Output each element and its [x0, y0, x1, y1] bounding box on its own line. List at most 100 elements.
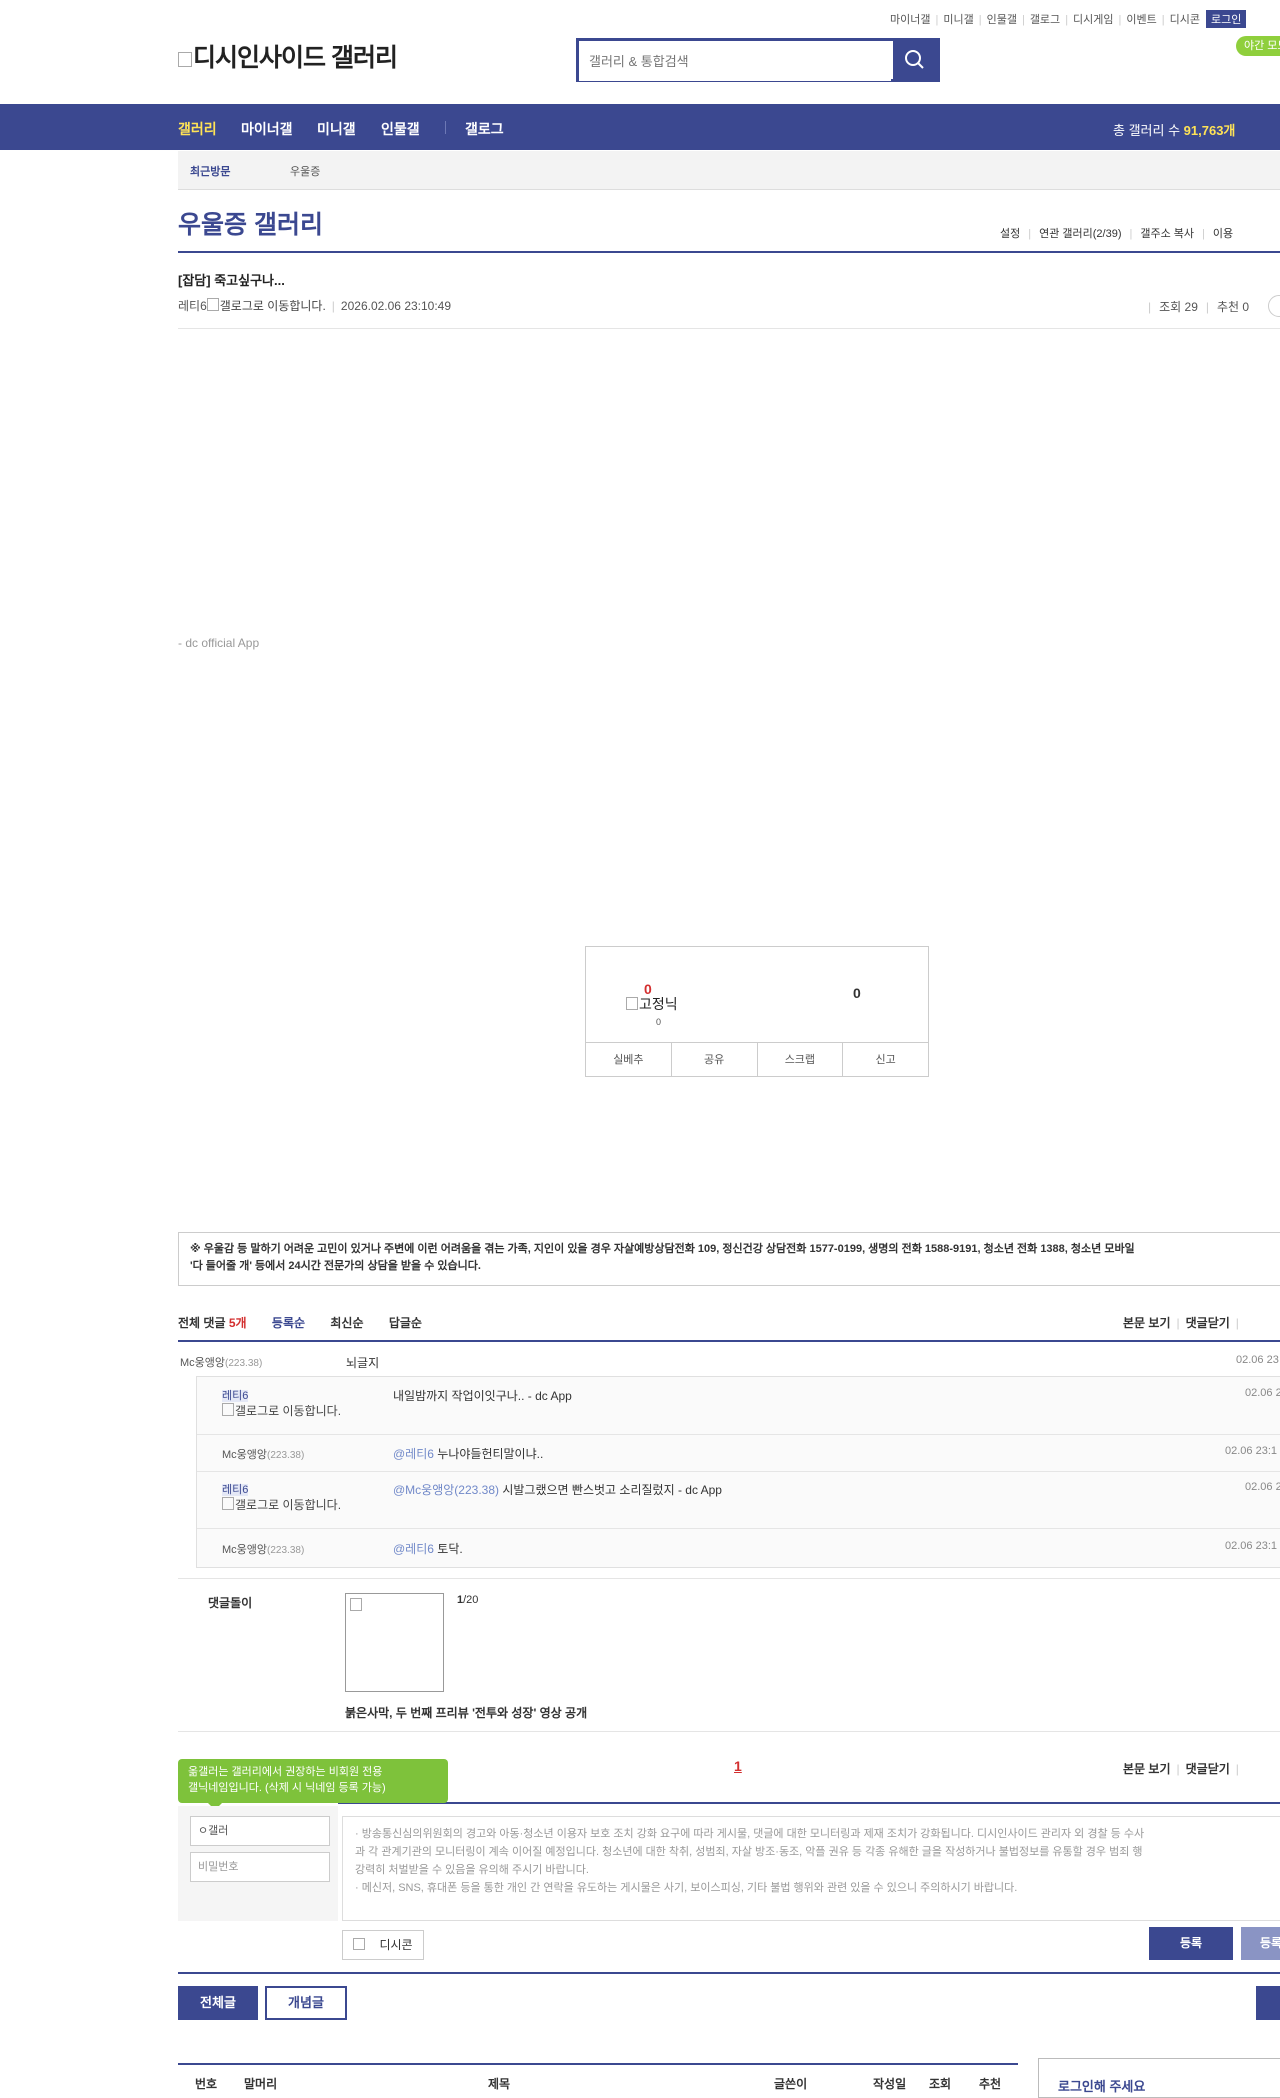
- comment-dolgi-image[interactable]: [345, 1593, 444, 1692]
- gallog-alt-text: 갤로그로 이동합니다.: [219, 299, 326, 313]
- post-author[interactable]: 레티6: [178, 299, 207, 313]
- post-list-header: 번호 말머리 제목 글쓴이 작성일 조회 추천: [178, 2063, 1018, 2091]
- dccon-checkbox-icon: [353, 1938, 366, 1950]
- col-author: 글쓴이: [774, 2077, 808, 2091]
- write-button[interactable]: [1256, 1986, 1280, 2020]
- reply-mention[interactable]: @Mc웅앵앙(223.38): [393, 1483, 499, 1497]
- comment-page-1[interactable]: 1: [734, 1758, 742, 1774]
- search-input[interactable]: [579, 41, 891, 81]
- topnav-person[interactable]: 인물갤: [987, 14, 1017, 26]
- suicide-prevention-notice: ※ 우울감 등 말하기 어려운 고민이 있거나 주변에 이런 어려움을 겪는 가…: [178, 1232, 1280, 1286]
- sort-registered[interactable]: 등록순: [272, 1316, 305, 1330]
- close-comments-button[interactable]: 댓글닫기: [1186, 1316, 1230, 1330]
- comment-dolgi-caption[interactable]: 붉은사막, 두 번째 프리뷰 '전투와 성장' 영상 공개: [345, 1704, 587, 1721]
- comment-nick[interactable]: Mc웅앵앙(223.38): [180, 1354, 262, 1370]
- login-button[interactable]: 로그인: [1206, 10, 1247, 28]
- col-views: 조회: [929, 2077, 952, 2091]
- form-notice-line: 과 각 관계기관의 모니터링이 계속 이어질 예정입니다. 청소년에 대한 착취…: [355, 1846, 1143, 1858]
- topnav-gallog[interactable]: 갤로그: [1030, 14, 1060, 26]
- copy-address-link[interactable]: 갤주소 복사: [1140, 228, 1194, 240]
- gnb-gallog[interactable]: 갤로그: [465, 119, 504, 139]
- main-nav-bar: 갤러리 마이너갤 미니갤 인물갤 갤로그 총 갤러리 수 91,763개: [0, 104, 1280, 150]
- reply-nick: 레티6: [222, 1390, 249, 1402]
- fixed-nick-text: 고정닉: [639, 996, 678, 1012]
- password-field[interactable]: 비밀번호: [190, 1852, 330, 1882]
- fixed-nick-icon: [626, 997, 638, 1010]
- post-option-button[interactable]: [1268, 295, 1280, 317]
- topnav-dccon[interactable]: 디시콘: [1170, 14, 1200, 26]
- recent-item[interactable]: 우울증: [290, 163, 320, 179]
- comment-total-label: 전체 댓글: [178, 1316, 226, 1330]
- nickname-field[interactable]: ㅇ갤러: [190, 1816, 330, 1846]
- share-button[interactable]: 공유: [672, 1043, 758, 1077]
- gnb-minor[interactable]: 마이너갤: [241, 119, 293, 139]
- reply-date: 02.06 2: [1245, 1387, 1280, 1399]
- total-gallery-count: 총 갤러리 수 91,763개: [1113, 120, 1235, 139]
- submit-button[interactable]: 등록: [1149, 1927, 1233, 1960]
- related-gallery-link[interactable]: 연관 갤러리(2/39): [1039, 228, 1121, 240]
- search-button[interactable]: [893, 41, 937, 79]
- tooltip-line-1: 옮갤러는 갤러리에서 권장하는 비회원 전용: [188, 1766, 383, 1778]
- recommend-down-count[interactable]: 0: [853, 985, 861, 1001]
- top-nav: 마이너갤 | 미니갤 | 인물갤 | 갤로그 | 디시게임 | 이벤트 | 디시콘 로그인: [890, 10, 1247, 28]
- comment-header-divider: [178, 1340, 1280, 1342]
- all-posts-button[interactable]: 전체글: [178, 1986, 258, 2020]
- reply-content: @레티6 토닥.: [393, 1540, 463, 1557]
- col-date: 작성일: [873, 2077, 907, 2091]
- best-recommend-button[interactable]: 실베추: [586, 1043, 672, 1077]
- login-prompt-box[interactable]: 로그인해 주세요: [1038, 2058, 1280, 2098]
- comment-controls-bottom: 본문 보기 | 댓글닫기 |: [1123, 1762, 1239, 1776]
- reply-author[interactable]: 레티6 갤로그로 이동합니다.: [222, 1387, 347, 1418]
- reply-text: 시발그랬으면 빤스벗고 소리질렀지 - dc App: [502, 1483, 722, 1497]
- close-comments-button[interactable]: 댓글닫기: [1186, 1762, 1230, 1776]
- gallog-alt-text: 갤로그로 이동합니다.: [235, 1498, 342, 1512]
- topnav-minor[interactable]: 마이너갤: [890, 14, 930, 26]
- reply-mention[interactable]: @레티6: [393, 1542, 434, 1556]
- col-number: 번호: [195, 2077, 218, 2091]
- sort-replies[interactable]: 답글순: [389, 1316, 422, 1330]
- view-body-button[interactable]: 본문 보기: [1123, 1316, 1171, 1330]
- post-views: 조회 29: [1159, 300, 1198, 314]
- night-mode-toggle[interactable]: 야간 모드: [1236, 36, 1280, 56]
- dccon-label: 디시콘: [379, 1938, 413, 1952]
- reply-author[interactable]: 레티6 갤로그로 이동합니다.: [222, 1481, 347, 1512]
- sort-latest[interactable]: 최신순: [330, 1316, 363, 1330]
- tooltip-line-2: 갤닉네임입니다. (삭제 시 닉네임 등록 가능): [188, 1782, 386, 1794]
- gnb-person[interactable]: 인물갤: [381, 119, 420, 139]
- recommend-up-count[interactable]: 0: [644, 981, 652, 997]
- submit-recommend-button[interactable]: 등록: [1241, 1927, 1280, 1960]
- gallery-settings-link[interactable]: 설정: [1000, 228, 1020, 240]
- form-notice-line: · 메신저, SNS, 휴대폰 등을 통한 개인 간 연락을 유도하는 게시물은…: [355, 1882, 1018, 1894]
- comment-textarea[interactable]: · 방송통신심의위원회의 경고와 아동·청소년 이용자 보호 조치 강화 요구에…: [342, 1816, 1280, 1921]
- gallery-title[interactable]: 우울증 갤러리: [178, 205, 323, 241]
- reply-text: 내일밤까지 작업이잇구나.. - dc App: [393, 1389, 572, 1403]
- topnav-game[interactable]: 디시게임: [1073, 14, 1113, 26]
- scrap-button[interactable]: 스크랩: [758, 1043, 844, 1077]
- gnb-gallery[interactable]: 갤러리: [178, 119, 217, 139]
- reply-author[interactable]: Mc웅앵앙(223.38): [222, 1541, 304, 1557]
- dccon-button[interactable]: 디시콘: [342, 1930, 424, 1960]
- view-body-button[interactable]: 본문 보기: [1123, 1762, 1171, 1776]
- concept-posts-button[interactable]: 개념글: [265, 1986, 347, 2020]
- recommend-box: 0 고정닉 0 0 실베추 공유 스크랩 신고: [585, 946, 929, 1077]
- topnav-event[interactable]: 이벤트: [1126, 14, 1156, 26]
- reply-ip: (223.38): [267, 1545, 305, 1556]
- reply-author[interactable]: Mc웅앵앙(223.38): [222, 1446, 304, 1462]
- form-notice-line: 강력히 처벌받을 수 있음을 유의해 주시기 바랍니다.: [355, 1864, 589, 1876]
- comment-controls: 본문 보기 | 댓글닫기 |: [1123, 1316, 1239, 1330]
- recent-label[interactable]: 최근방문: [190, 163, 230, 179]
- gallog-link[interactable]: 갤로그로 이동합니다.: [206, 298, 326, 313]
- report-button[interactable]: 신고: [843, 1043, 928, 1077]
- reply-mention[interactable]: @레티6: [393, 1447, 434, 1461]
- site-logo[interactable]: 디시인사이드 갤러리: [178, 38, 398, 74]
- form-divider: [338, 1802, 1280, 1804]
- usage-link[interactable]: 이용: [1213, 228, 1233, 240]
- recent-visits-bar: 최근방문 우울증: [178, 151, 1280, 190]
- reply-text: 누나야들헌티말이냐..: [437, 1447, 544, 1461]
- topnav-mini[interactable]: 미니갤: [943, 14, 973, 26]
- comment-nick-text: Mc웅앵앙: [180, 1357, 226, 1369]
- gnb-mini[interactable]: 미니갤: [317, 119, 356, 139]
- gallog-icon: [222, 1497, 234, 1510]
- dolgi-divider: [178, 1731, 1280, 1732]
- post-header-divider: [178, 328, 1280, 329]
